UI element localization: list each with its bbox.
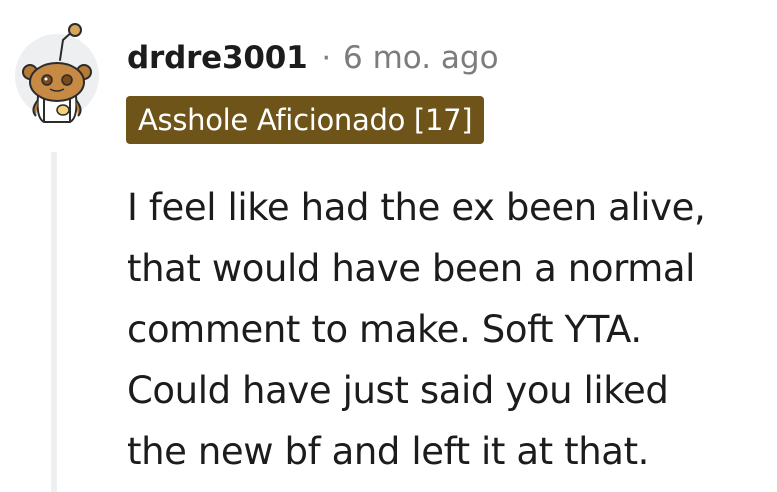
user-flair-badge: Asshole Aficionado [17] — [126, 96, 485, 144]
comment-body-line: that would have been a normal — [127, 247, 696, 290]
comment-header: drdre3001 · 6 mo. ago — [127, 36, 499, 80]
meta-separator: · — [321, 40, 332, 76]
snoo-avatar-icon — [15, 23, 99, 123]
comment-body: I feel like had the ex been alive, that … — [127, 177, 767, 482]
timestamp-link[interactable]: 6 mo. ago — [343, 40, 499, 76]
comment: drdre3001 · 6 mo. ago Asshole Aficionado… — [0, 0, 777, 492]
comment-body-line: I feel like had the ex been alive, — [127, 186, 706, 229]
comment-body-line: Could have just said you liked — [127, 369, 669, 412]
user-avatar[interactable] — [14, 18, 100, 126]
username-link[interactable]: drdre3001 — [127, 40, 308, 76]
comment-body-line: comment to make. Soft YTA. — [127, 308, 642, 351]
thread-line[interactable] — [51, 152, 57, 492]
comment-body-line: the new bf and left it at that. — [127, 430, 650, 473]
